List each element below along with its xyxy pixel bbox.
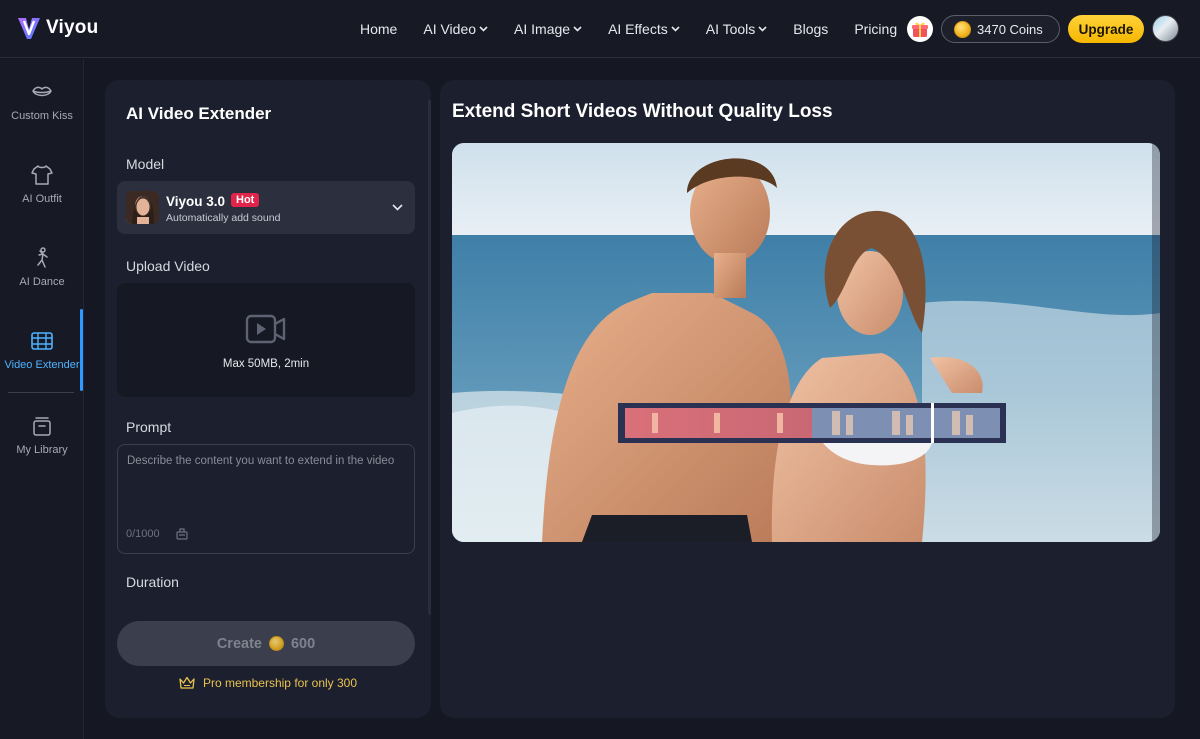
upload-label: Upload Video <box>126 258 210 274</box>
preview-panel: Extend Short Videos Without Quality Loss <box>440 80 1175 718</box>
nav-ai-image[interactable]: AI Image <box>514 21 582 37</box>
clear-icon[interactable] <box>175 526 189 540</box>
main-nav: Home AI Video AI Image AI Effects AI Too… <box>360 0 923 58</box>
sidebar-item-label: My Library <box>16 444 68 456</box>
promo-text: Pro membership for only 300 <box>202 676 358 690</box>
chevron-down-icon <box>573 26 582 32</box>
sidebar-item-video-extender[interactable]: Video Extender <box>0 311 84 389</box>
page-title: Extend Short Videos Without Quality Loss <box>452 101 833 122</box>
create-label: Create <box>216 635 262 652</box>
create-cost: 600 <box>290 635 316 652</box>
crown-icon <box>179 676 195 689</box>
chevron-down-icon <box>479 26 488 32</box>
nav-blogs[interactable]: Blogs <box>793 21 828 37</box>
user-avatar[interactable] <box>1152 15 1179 42</box>
sidebar-item-label: AI Dance <box>19 276 65 288</box>
nav-ai-effects[interactable]: AI Effects <box>608 21 680 37</box>
nav-ai-effects-label: AI Effects <box>608 21 668 37</box>
nav-ai-tools[interactable]: AI Tools <box>706 21 768 37</box>
panel-title: AI Video Extender <box>126 104 272 123</box>
create-button[interactable]: Create 600 <box>117 621 415 666</box>
sidebar-item-my-library[interactable]: My Library <box>0 396 84 474</box>
library-icon <box>33 417 51 436</box>
upload-hint: Max 50MB, 2min <box>222 358 310 370</box>
model-label: Model <box>126 156 165 172</box>
model-name: Viyou 3.0 <box>166 194 226 209</box>
film-icon <box>31 332 53 350</box>
sidebar-item-ai-dance[interactable]: AI Dance <box>0 228 84 306</box>
coin-icon <box>268 636 284 651</box>
prompt-input[interactable] <box>117 444 415 554</box>
sidebar-item-label: Custom Kiss <box>11 110 73 122</box>
model-select[interactable]: Viyou 3.0 Hot Automatically add sound <box>117 181 415 234</box>
model-thumbnail <box>126 191 159 224</box>
gift-button[interactable] <box>907 16 933 42</box>
sidebar-item-label: AI Outfit <box>22 193 62 205</box>
upgrade-button[interactable]: Upgrade <box>1068 15 1144 43</box>
coin-balance[interactable]: 3470 Coins <box>941 15 1060 43</box>
nav-ai-video[interactable]: AI Video <box>423 21 488 37</box>
model-portrait-icon <box>126 191 159 224</box>
top-navigation-bar: Viyou Home AI Video AI Image AI Effects … <box>0 0 1200 58</box>
nav-ai-tools-label: AI Tools <box>705 21 756 37</box>
sidebar-divider <box>8 392 74 393</box>
model-subtitle: Automatically add sound <box>166 212 281 224</box>
chevron-down-icon <box>392 204 403 211</box>
lips-icon <box>32 86 52 97</box>
nav-ai-image-label: AI Image <box>514 21 571 37</box>
example-preview-image <box>452 143 1160 542</box>
nav-ai-video-label: AI Video <box>423 21 477 37</box>
video-camera-icon <box>245 314 286 344</box>
prompt-label: Prompt <box>126 419 172 435</box>
brand-name: Viyou <box>46 17 99 38</box>
hot-badge: Hot <box>231 193 260 207</box>
sidebar-item-ai-outfit[interactable]: AI Outfit <box>0 145 84 223</box>
gift-icon <box>912 22 928 37</box>
duration-label: Duration <box>126 574 179 590</box>
settings-panel: AI Video Extender Model Viyou 3.0 Hot Au… <box>105 80 431 718</box>
chevron-down-icon <box>758 26 767 32</box>
nav-pricing-label: Pricing <box>854 21 898 37</box>
nav-blogs-label: Blogs <box>793 21 829 37</box>
shirt-icon <box>31 165 53 185</box>
beach-couple-illustration <box>452 143 1160 542</box>
pro-membership-promo[interactable]: Pro membership for only 300 <box>105 676 431 690</box>
character-counter: 0/1000 <box>126 528 160 540</box>
dance-icon <box>37 247 48 268</box>
nav-pricing[interactable]: Pricing <box>854 21 897 37</box>
upload-video-dropzone[interactable]: Max 50MB, 2min <box>117 283 415 397</box>
nav-home[interactable]: Home <box>360 21 397 37</box>
sidebar-border <box>83 59 84 739</box>
tool-sidebar: Custom Kiss AI Outfit AI Dance Video Ext… <box>0 59 84 739</box>
coin-icon <box>954 20 971 38</box>
nav-home-label: Home <box>360 21 398 37</box>
brand-logo[interactable]: Viyou <box>16 14 98 42</box>
sidebar-item-custom-kiss[interactable]: Custom Kiss <box>0 62 84 140</box>
chevron-down-icon <box>671 26 680 32</box>
panel-scrollbar[interactable] <box>428 100 431 615</box>
sidebar-item-label: Video Extender <box>4 359 80 371</box>
coin-balance-label: 3470 Coins <box>977 21 1043 37</box>
viyou-logo-icon <box>18 18 40 39</box>
